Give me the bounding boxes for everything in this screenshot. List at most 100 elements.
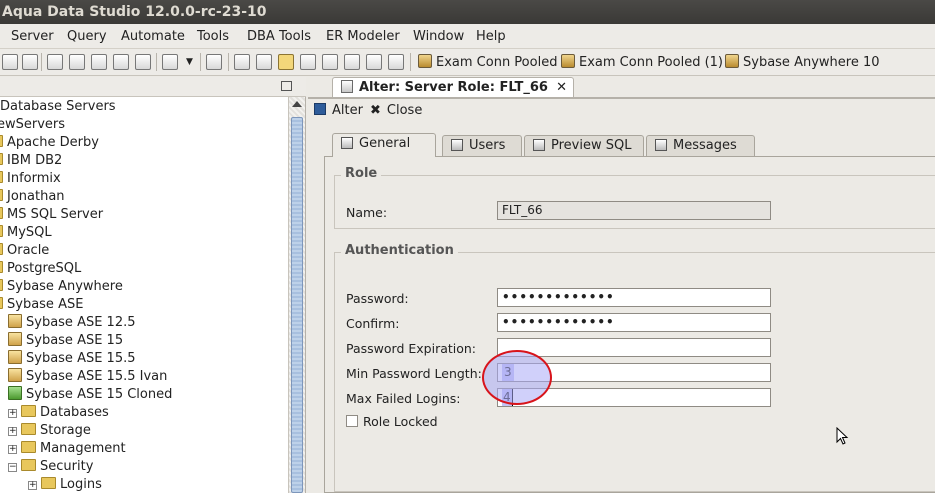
folder-icon (0, 297, 3, 309)
folder-icon (0, 225, 3, 237)
grid-view-icon[interactable] (234, 54, 250, 70)
close-button[interactable]: ✖ Close (370, 103, 422, 118)
security-icon (21, 459, 36, 471)
conn-label: Exam Conn Pooled (1) (579, 55, 724, 70)
tab-messages[interactable]: Messages (646, 135, 755, 156)
folder-icon (41, 477, 56, 489)
tree-item[interactable]: IBM DB2 (0, 152, 62, 170)
save-icon (314, 103, 326, 115)
tree-item[interactable]: Sybase ASE (0, 296, 83, 314)
tree-item[interactable]: Informix (0, 170, 61, 188)
menu-query[interactable]: Query (67, 29, 107, 44)
conn-exam-pooled-1[interactable]: Exam Conn Pooled (1) (561, 54, 723, 70)
confirm-password-field[interactable]: ••••••••••••• (497, 313, 771, 332)
schema-browser-icon[interactable] (113, 54, 129, 70)
scroll-thumb[interactable] (291, 117, 303, 493)
layout-icon[interactable] (322, 54, 338, 70)
tree-item[interactable]: MS SQL Server (0, 206, 103, 224)
window-list-icon[interactable] (344, 54, 360, 70)
tree-item[interactable]: + Logins (28, 476, 102, 493)
query-window-icon[interactable] (47, 54, 63, 70)
tree-item[interactable]: PostgreSQL (0, 260, 81, 278)
menu-help[interactable]: Help (476, 29, 506, 44)
folder-icon (0, 261, 3, 273)
section-title: Authentication (341, 243, 458, 258)
tree-item-label: ewServers (0, 117, 66, 132)
compare-icon[interactable] (206, 54, 222, 70)
toolbar-separator (200, 53, 201, 71)
tree-item-label: Apache Derby (7, 135, 99, 150)
scroll-up-icon[interactable] (292, 101, 302, 107)
tab-preview-sql[interactable]: Preview SQL (524, 135, 644, 156)
menu-dba-tools[interactable]: DBA Tools (247, 29, 311, 44)
tree-item[interactable]: MySQL (0, 224, 52, 242)
tree-item[interactable]: Sybase Anywhere (0, 278, 123, 296)
password-expiration-field[interactable] (497, 338, 771, 357)
tree-item[interactable]: ewServers (0, 116, 65, 134)
monitor-icon[interactable] (366, 54, 382, 70)
menu-window[interactable]: Window (413, 29, 464, 44)
table-view-icon[interactable] (300, 54, 316, 70)
tree-item[interactable]: + Management (8, 440, 126, 458)
tree-item-label: Sybase ASE (7, 297, 84, 312)
conn-exam-pooled[interactable]: Exam Conn Pooled (418, 54, 557, 70)
toolbar: ▼ Exam Conn Pooled Exam Conn Pooled (1) … (0, 49, 935, 76)
connection-icon (725, 54, 739, 68)
expand-icon[interactable]: + (8, 445, 17, 454)
action-bar: Alter ✖ Close (308, 99, 935, 123)
close-tab-icon[interactable]: ✕ (556, 78, 567, 98)
tree-item[interactable]: Sybase ASE 15 Cloned (8, 386, 172, 404)
tree-item[interactable]: Database Servers (0, 98, 116, 116)
expand-icon[interactable]: + (8, 427, 17, 436)
server-icon (8, 350, 22, 364)
tree-item[interactable]: Sybase ASE 12.5 (8, 314, 136, 332)
collapse-icon[interactable]: − (8, 463, 17, 472)
connect-icon[interactable] (2, 54, 18, 70)
tab-label: Users (469, 138, 506, 153)
tab-label: General (359, 136, 411, 151)
server-icon (8, 332, 22, 346)
chart-icon[interactable] (388, 54, 404, 70)
password-field[interactable]: ••••••••••••• (497, 288, 771, 307)
menu-automate[interactable]: Automate (121, 29, 185, 44)
cascade-view-icon[interactable] (278, 54, 294, 70)
menu-tools[interactable]: Tools (197, 29, 229, 44)
folder-icon (0, 243, 3, 255)
tree-scrollbar[interactable] (288, 97, 305, 493)
tree-item-label: Informix (7, 171, 61, 186)
expand-icon[interactable]: + (28, 481, 37, 490)
toolbar-separator (410, 53, 411, 71)
tree-item[interactable]: − Security (8, 458, 93, 476)
tree-item-label: Databases (40, 405, 109, 420)
tree-item[interactable]: Sybase ASE 15 (8, 332, 123, 350)
role-locked-checkbox[interactable] (346, 415, 358, 427)
tree-item[interactable]: Sybase ASE 15.5 (8, 350, 136, 368)
tab-users[interactable]: Users (442, 135, 522, 156)
tree-item[interactable]: Jonathan (0, 188, 65, 206)
tree-item-label: Sybase ASE 15 (26, 333, 124, 348)
script-icon[interactable] (162, 54, 178, 70)
tab-general[interactable]: General (332, 133, 436, 157)
password-label: Password: (346, 291, 409, 306)
disconnect-icon[interactable] (22, 54, 38, 70)
tree-item[interactable]: + Storage (8, 422, 91, 440)
export-icon[interactable] (135, 54, 151, 70)
restore-panel-icon[interactable] (281, 81, 292, 91)
section-title: Role (341, 166, 382, 181)
menu-server[interactable]: Server (11, 29, 54, 44)
dropdown-arrow-icon[interactable]: ▼ (186, 57, 193, 67)
tile-view-icon[interactable] (256, 54, 272, 70)
tree-item-label: Management (40, 441, 126, 456)
query-analyzer-icon[interactable] (69, 54, 85, 70)
menu-er-modeler[interactable]: ER Modeler (326, 29, 400, 44)
table-data-editor-icon[interactable] (91, 54, 107, 70)
conn-sybase-anywhere[interactable]: Sybase Anywhere 10 (725, 54, 880, 70)
tree-item[interactable]: Sybase ASE 15.5 Ivan (8, 368, 167, 386)
alter-button[interactable]: Alter (314, 103, 363, 118)
editor-tab[interactable]: Alter: Server Role: FLT_66 ✕ (332, 77, 574, 98)
expand-icon[interactable]: + (8, 409, 17, 418)
tree-item[interactable]: + Databases (8, 404, 109, 422)
tree-item-label: Database Servers (0, 99, 116, 114)
tree-item[interactable]: Apache Derby (0, 134, 99, 152)
tree-item[interactable]: Oracle (0, 242, 49, 260)
